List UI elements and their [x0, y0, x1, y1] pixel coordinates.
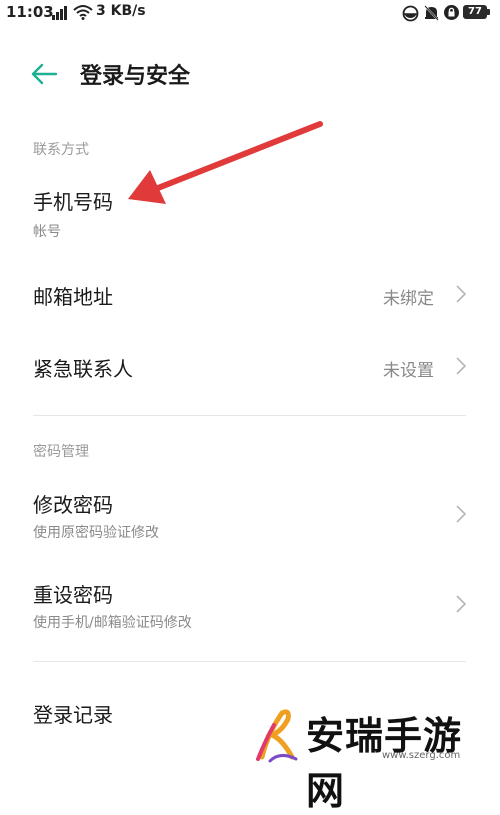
section-title-contact: 联系方式 [33, 142, 89, 158]
row-title: 登录记录 [33, 703, 113, 727]
page-title: 登录与安全 [80, 64, 191, 89]
row-email-address[interactable]: 邮箱地址 未绑定 [0, 264, 500, 324]
status-bar: 11:03 3 KB/s 77 [0, 0, 500, 28]
row-title: 紧急联系人 [33, 357, 133, 381]
status-time: 11:03 [6, 3, 54, 21]
chevron-right-icon [456, 505, 467, 523]
section-divider [33, 415, 466, 416]
watermark-logo-icon [256, 709, 298, 763]
chevron-right-icon [456, 285, 467, 303]
alarm-off-icon [424, 5, 439, 21]
row-title: 邮箱地址 [33, 285, 113, 309]
row-value: 未绑定 [383, 289, 434, 309]
chevron-right-icon [456, 357, 467, 375]
row-reset-password[interactable]: 重设密码 使用手机/邮箱验证码修改 [0, 566, 500, 642]
section-divider [33, 661, 466, 662]
row-emergency-contact[interactable]: 紧急联系人 未设置 [0, 336, 500, 396]
vpn-icon [444, 5, 459, 20]
row-phone-number[interactable]: 手机号码 帐号 [0, 172, 500, 250]
battery-icon: 77 [463, 5, 487, 19]
section-title-password: 密码管理 [33, 444, 89, 460]
row-value: 未设置 [383, 361, 434, 381]
chevron-right-icon [456, 595, 467, 613]
data-saver-icon [402, 5, 419, 22]
sim-signal-icon [52, 6, 67, 20]
battery-tip [487, 9, 490, 15]
wifi-icon [73, 5, 93, 20]
row-title: 手机号码 [33, 190, 113, 214]
row-subtitle: 帐号 [33, 224, 61, 240]
row-title: 重设密码 [33, 583, 113, 607]
status-speed: 3 KB/s [96, 3, 146, 19]
row-change-password[interactable]: 修改密码 使用原密码验证修改 [0, 476, 500, 552]
watermark-url: www.szerg.com [382, 750, 461, 761]
arrow-left-icon[interactable] [30, 62, 58, 86]
row-subtitle: 使用手机/邮箱验证码修改 [33, 615, 192, 631]
row-title: 修改密码 [33, 493, 113, 517]
row-subtitle: 使用原密码验证修改 [33, 525, 159, 541]
